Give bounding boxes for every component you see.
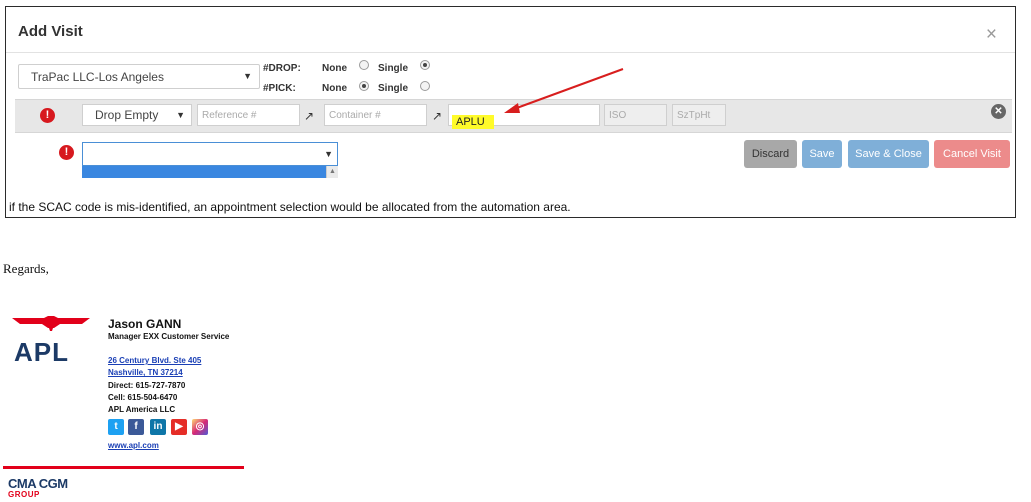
container-input[interactable]: Container # — [324, 104, 427, 126]
drop-single-label: Single — [378, 63, 409, 74]
cell-phone: Cell: 615-504-6470 — [108, 393, 178, 402]
visit-type-select[interactable]: Drop Empty ▼ — [82, 104, 192, 126]
external-link-icon[interactable]: ↗ — [432, 110, 444, 122]
error-icon: ! — [59, 145, 74, 160]
address-line2[interactable]: Nashville, TN 37214 — [108, 368, 183, 377]
regards-text: Regards, — [3, 261, 49, 276]
pick-label: #PICK: — [263, 83, 296, 94]
drop-label: #DROP: — [263, 63, 301, 74]
direct-phone: Direct: 615-727-7870 — [108, 381, 186, 390]
iso-input[interactable]: ISO — [604, 104, 667, 126]
drop-none-label: None — [322, 63, 347, 74]
facebook-icon[interactable]: f — [128, 419, 144, 435]
save-button[interactable]: Save — [802, 140, 842, 168]
appointment-dropdown-list[interactable] — [82, 166, 338, 178]
linkedin-icon[interactable]: in — [150, 419, 166, 435]
signature-title: Manager EXX Customer Service — [108, 332, 230, 341]
chevron-down-icon: ▼ — [243, 71, 252, 81]
signature-divider — [3, 466, 244, 469]
external-link-icon[interactable]: ↗ — [304, 110, 316, 122]
add-visit-screenshot: Add Visit × TraPac LLC-Los Angeles ▼ #DR… — [5, 6, 1016, 218]
reference-input[interactable]: Reference # — [197, 104, 300, 126]
scac-value-highlight: APLU — [452, 115, 494, 129]
visit-type-value: Drop Empty — [95, 108, 159, 122]
sztpht-input[interactable]: SzTpHt — [672, 104, 726, 126]
discard-button[interactable]: Discard — [744, 140, 797, 168]
apl-logo-text: APL — [14, 337, 69, 367]
dropdown-scrollbar[interactable]: ▲ — [326, 166, 338, 178]
close-icon[interactable]: × — [986, 25, 997, 44]
signature-name: Jason GANN — [108, 317, 182, 331]
website-link[interactable]: www.apl.com — [108, 441, 159, 450]
twitter-icon[interactable]: t — [108, 419, 124, 435]
save-close-button[interactable]: Save & Close — [848, 140, 929, 168]
error-icon: ! — [40, 108, 55, 123]
company-name: APL America LLC — [108, 405, 176, 414]
cma-cgm-group-text: GROUP — [8, 490, 40, 499]
annotation-note: if the SCAC code is mis-identified, an a… — [9, 200, 571, 214]
terminal-select[interactable]: TraPac LLC-Los Angeles ▼ — [18, 64, 260, 89]
pick-none-radio[interactable] — [359, 81, 369, 91]
chevron-down-icon: ▼ — [176, 110, 185, 120]
appointment-select[interactable]: ▼ — [82, 142, 338, 166]
terminal-select-value: TraPac LLC-Los Angeles — [31, 70, 164, 84]
address-line1[interactable]: 26 Century Blvd. Ste 405 — [108, 356, 201, 365]
cancel-visit-button[interactable]: Cancel Visit — [934, 140, 1010, 168]
cma-cgm-logo: CMA CGM — [8, 476, 68, 491]
youtube-icon[interactable]: ▶ — [171, 419, 187, 435]
modal-title: Add Visit — [18, 23, 83, 40]
pick-none-label: None — [322, 83, 347, 94]
chevron-down-icon: ▼ — [324, 149, 333, 159]
pick-single-label: Single — [378, 83, 409, 94]
remove-row-icon[interactable]: ✕ — [991, 104, 1006, 119]
drop-none-radio[interactable] — [359, 60, 369, 70]
pick-single-radio[interactable] — [420, 81, 430, 91]
drop-single-radio[interactable] — [420, 60, 430, 70]
modal-header: Add Visit × — [6, 7, 1015, 53]
instagram-icon[interactable]: ◎ — [192, 419, 208, 435]
